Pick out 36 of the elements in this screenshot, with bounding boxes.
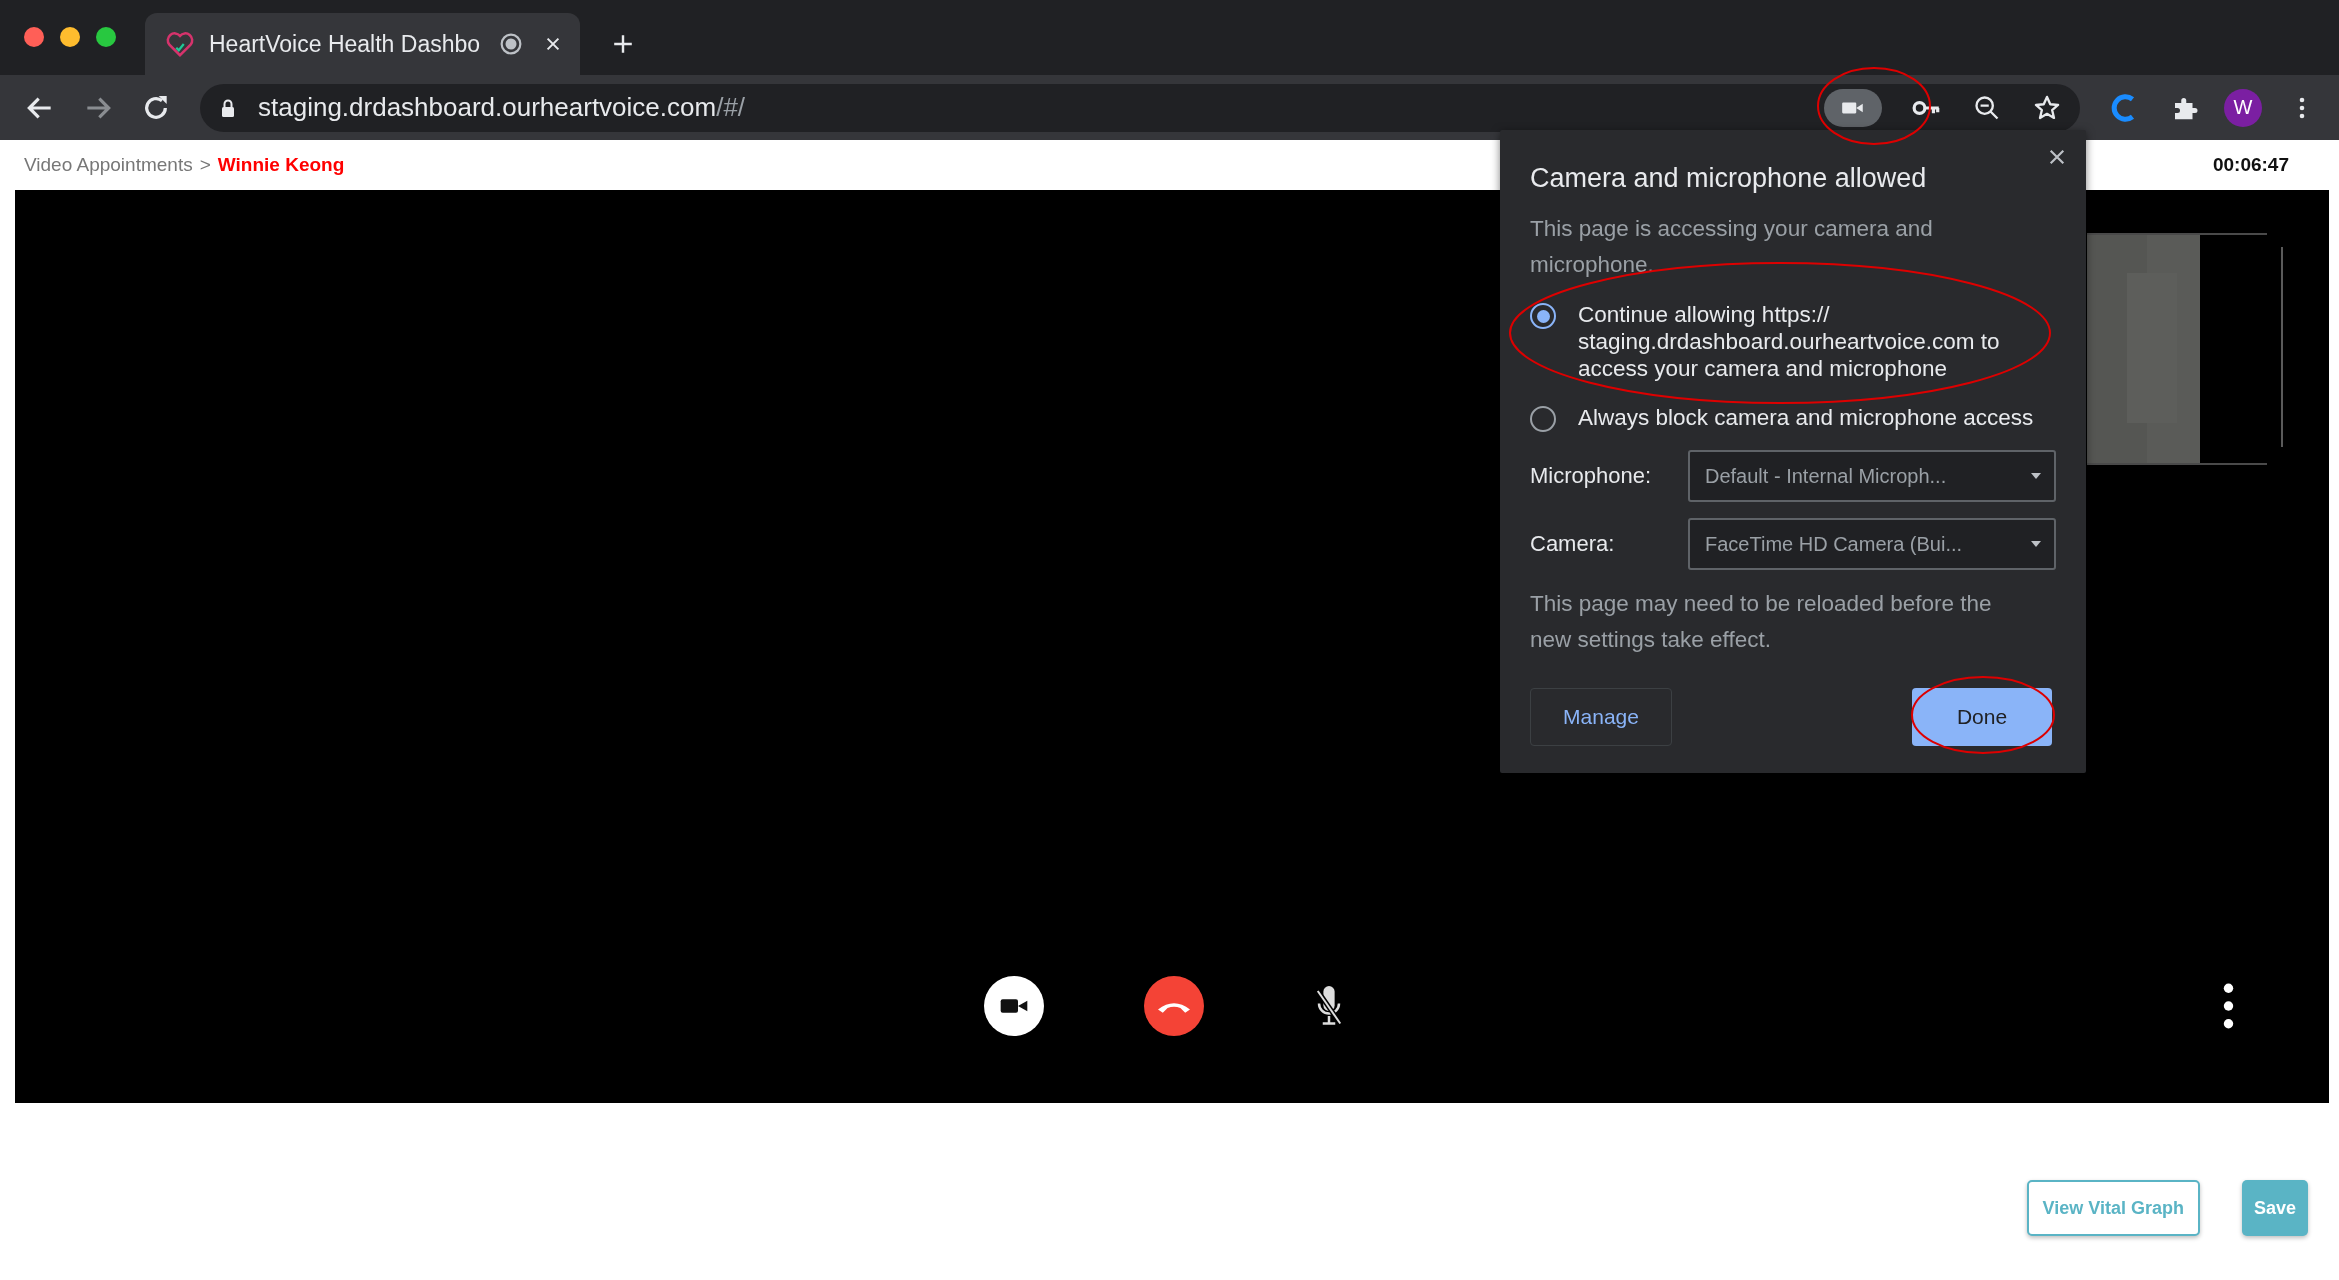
radio-button[interactable]: [1530, 406, 1556, 432]
option-label: Continue allowing https:// staging.drdashboard.ourheartvoice.com to access your camera and microphone: [1578, 301, 2001, 382]
radio-button[interactable]: [1530, 303, 1556, 329]
hang-up-button[interactable]: [1144, 976, 1204, 1036]
address-bar[interactable]: staging.drdashboard.ourheartvoice.com/#/: [200, 83, 2080, 132]
close-tab-icon[interactable]: [544, 35, 562, 53]
manage-button[interactable]: Manage: [1530, 688, 1672, 746]
new-tab-icon[interactable]: [612, 33, 634, 55]
device-dropdown[interactable]: FaceTime HD Camera (Bui...: [1688, 518, 2056, 570]
camera-button[interactable]: [984, 976, 1044, 1036]
caret-icon: [2030, 472, 2042, 480]
breadcrumb-link[interactable]: Video Appointments: [24, 154, 193, 176]
done-button[interactable]: Done: [1912, 688, 2052, 746]
bookmark-star-icon[interactable]: [2032, 93, 2062, 122]
call-timer: 00:06:47: [2212, 154, 2289, 176]
minimize-window-button[interactable]: [60, 27, 80, 47]
breadcrumb-link[interactable]: Winnie Keong: [217, 154, 345, 176]
browser-tab[interactable]: HeartVoice Health Dashbo: [145, 13, 580, 75]
more-options-icon[interactable]: [2223, 983, 2234, 1029]
menu-icon[interactable]: [2298, 95, 2306, 120]
profile-avatar[interactable]: W: [2224, 88, 2262, 127]
lock-icon: [220, 97, 236, 118]
popup-description: This page is accessing your camera and microphone.: [1530, 215, 1934, 279]
field-label: Microphone:: [1530, 463, 1653, 489]
close-icon[interactable]: [2048, 148, 2066, 166]
popup-note: This page may need to be reloaded before the new settings take effect.: [1530, 590, 1993, 654]
field-label: Camera:: [1530, 531, 1616, 557]
device-dropdown[interactable]: Default - Internal Microph...: [1688, 450, 2056, 502]
close-window-button[interactable]: [24, 27, 44, 47]
breadcrumb-separator: >: [199, 154, 211, 176]
caret-icon: [2030, 540, 2042, 548]
heart-icon: [165, 29, 195, 59]
camera-permission-button[interactable]: [1824, 88, 1882, 127]
maximize-window-button[interactable]: [96, 27, 116, 47]
option-label: Always block camera and microphone access: [1578, 404, 2035, 431]
popup-title: Camera and microphone allowed: [1530, 162, 1928, 195]
